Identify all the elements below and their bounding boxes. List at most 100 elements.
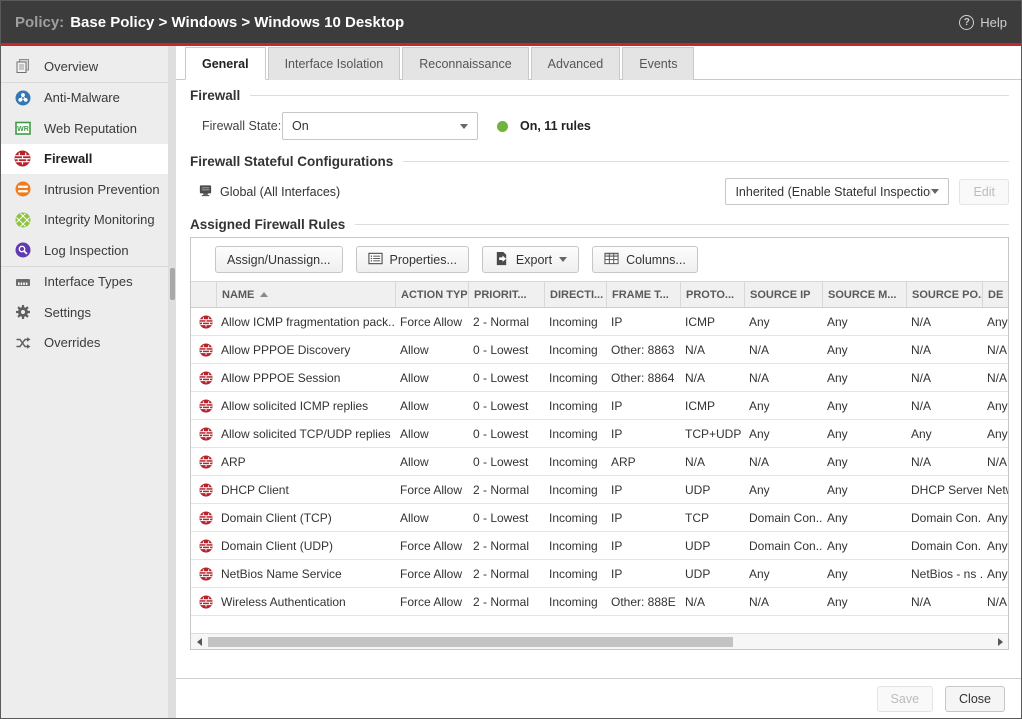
table-row[interactable]: Allow solicited TCP/UDP repliesAllow0 - … <box>191 420 1008 448</box>
firewall-rule-icon <box>191 511 216 525</box>
table-cell: 2 - Normal <box>468 315 544 329</box>
table-row[interactable]: Domain Client (UDP)Force Allow2 - Normal… <box>191 532 1008 560</box>
table-cell: Domain Con... <box>906 539 982 553</box>
table-cell: Any <box>744 567 822 581</box>
scroll-right-arrow[interactable] <box>995 637 1005 647</box>
table-cell: N/A <box>982 455 1008 469</box>
sidebar-item-overview[interactable]: Overview <box>1 51 176 82</box>
table-cell: N/A <box>680 595 744 609</box>
table-cell: Domain Con... <box>744 511 822 525</box>
sidebar-item-log-inspection[interactable]: Log Inspection <box>1 235 176 266</box>
table-row[interactable]: ARPAllow0 - LowestIncomingARPN/AN/AAnyN/… <box>191 448 1008 476</box>
tab-events[interactable]: Events <box>622 47 694 80</box>
column-header-source-mac[interactable]: SOURCE M... <box>822 282 906 307</box>
horizontal-scrollbar[interactable] <box>191 633 1008 649</box>
sidebar-item-interface-types[interactable]: Interface Types <box>1 267 176 298</box>
sidebar-item-web-reputation[interactable]: WR Web Reputation <box>1 113 176 144</box>
export-label: Export <box>516 253 552 267</box>
close-button[interactable]: Close <box>945 686 1005 712</box>
columns-button[interactable]: Columns... <box>592 246 698 273</box>
column-header-frame-type[interactable]: FRAME T... <box>606 282 680 307</box>
table-cell: Other: 888E <box>606 595 680 609</box>
table-cell: Incoming <box>544 371 606 385</box>
edit-button[interactable]: Edit <box>959 179 1009 205</box>
column-header-source-port[interactable]: SOURCE PO... <box>906 282 982 307</box>
sidebar-item-label: Settings <box>44 305 91 320</box>
firewall-rule-icon <box>191 371 216 385</box>
table-row[interactable]: Domain Client (TCP)Allow0 - LowestIncomi… <box>191 504 1008 532</box>
gear-icon <box>14 304 31 321</box>
tab-reconnaissance[interactable]: Reconnaissance <box>402 47 528 80</box>
help-button[interactable]: ? Help <box>959 15 1007 30</box>
table-row[interactable]: Allow ICMP fragmentation pack...Force Al… <box>191 308 1008 336</box>
table-empty-area <box>191 616 1008 633</box>
anti-malware-icon <box>14 89 31 106</box>
column-header-name[interactable]: NAME <box>216 282 395 307</box>
sidebar-item-overrides[interactable]: Overrides <box>1 328 176 359</box>
scrollbar-thumb[interactable] <box>208 637 733 647</box>
sidebar-item-intrusion-prevention[interactable]: Intrusion Prevention <box>1 174 176 205</box>
table-cell: N/A <box>680 371 744 385</box>
table-cell: Any <box>822 315 906 329</box>
table-cell: Incoming <box>544 315 606 329</box>
sort-ascending-icon <box>260 292 268 297</box>
table-row[interactable]: Wireless AuthenticationForce Allow2 - No… <box>191 588 1008 616</box>
overview-icon <box>14 58 31 75</box>
column-header-source-ip[interactable]: SOURCE IP <box>744 282 822 307</box>
sidebar-item-integrity-monitoring[interactable]: Integrity Monitoring <box>1 205 176 236</box>
export-button[interactable]: Export <box>482 246 579 273</box>
sidebar-item-anti-malware[interactable]: Anti-Malware <box>1 83 176 114</box>
table-cell: 0 - Lowest <box>468 455 544 469</box>
table-cell: Any <box>982 315 1008 329</box>
sidebar-item-firewall[interactable]: Firewall <box>1 144 176 175</box>
table-cell: ARP <box>216 455 395 469</box>
column-header-protocol[interactable]: PROTO... <box>680 282 744 307</box>
table-cell: Force Allow <box>395 539 468 553</box>
table-cell: Domain Con... <box>744 539 822 553</box>
table-row[interactable]: DHCP ClientForce Allow2 - NormalIncoming… <box>191 476 1008 504</box>
scroll-left-arrow[interactable] <box>194 637 204 647</box>
column-header-action-type[interactable]: ACTION TYPE <box>395 282 468 307</box>
table-cell: IP <box>606 567 680 581</box>
firewall-state-dropdown[interactable]: On <box>282 112 478 140</box>
rules-toolbar: Assign/Unassign... Properties... Export <box>191 238 1008 281</box>
table-cell: IP <box>606 511 680 525</box>
sidebar-item-settings[interactable]: Settings <box>1 297 176 328</box>
table-cell: Incoming <box>544 483 606 497</box>
tab-advanced[interactable]: Advanced <box>531 47 621 80</box>
table-cell: Allow <box>395 371 468 385</box>
table-cell: Any <box>906 427 982 441</box>
table-cell: Allow <box>395 399 468 413</box>
save-button[interactable]: Save <box>877 686 934 712</box>
column-header-priority[interactable]: PRIORIT... <box>468 282 544 307</box>
sidebar-scrollbar-thumb[interactable] <box>170 268 175 300</box>
column-header-direction[interactable]: DIRECTI... <box>544 282 606 307</box>
status-dot <box>497 121 508 132</box>
table-row[interactable]: Allow solicited ICMP repliesAllow0 - Low… <box>191 392 1008 420</box>
table-cell: Domain Client (UDP) <box>216 539 395 553</box>
table-cell: TCP <box>680 511 744 525</box>
tab-content: Firewall Firewall State: On On, 11 rules… <box>176 80 1021 678</box>
table-row[interactable]: Allow PPPOE DiscoveryAllow0 - LowestInco… <box>191 336 1008 364</box>
table-row[interactable]: NetBios Name ServiceForce Allow2 - Norma… <box>191 560 1008 588</box>
table-row[interactable]: Allow PPPOE SessionAllow0 - LowestIncomi… <box>191 364 1008 392</box>
table-cell: UDP <box>680 567 744 581</box>
intrusion-prevention-icon <box>14 181 31 198</box>
stateful-config-value: Inherited (Enable Stateful Inspection) <box>735 185 931 199</box>
table-cell: N/A <box>744 595 822 609</box>
sidebar-item-label: Overrides <box>44 335 100 350</box>
firewall-rule-icon <box>191 455 216 469</box>
column-header-destination[interactable]: DE <box>982 282 1008 307</box>
column-header-icon-spacer <box>191 282 216 307</box>
sidebar: Overview Anti-Malware WR Web Reputation … <box>1 46 176 718</box>
chevron-down-icon <box>559 257 567 262</box>
sidebar-scrollbar-track[interactable] <box>168 46 176 718</box>
stateful-config-dropdown[interactable]: Inherited (Enable Stateful Inspection) <box>725 178 949 205</box>
tab-general[interactable]: General <box>185 47 266 80</box>
properties-button[interactable]: Properties... <box>356 246 469 273</box>
chevron-down-icon <box>460 124 468 129</box>
table-cell: 0 - Lowest <box>468 427 544 441</box>
sidebar-item-label: Integrity Monitoring <box>44 212 155 227</box>
tab-interface-isolation[interactable]: Interface Isolation <box>268 47 401 80</box>
assign-unassign-button[interactable]: Assign/Unassign... <box>215 246 343 273</box>
